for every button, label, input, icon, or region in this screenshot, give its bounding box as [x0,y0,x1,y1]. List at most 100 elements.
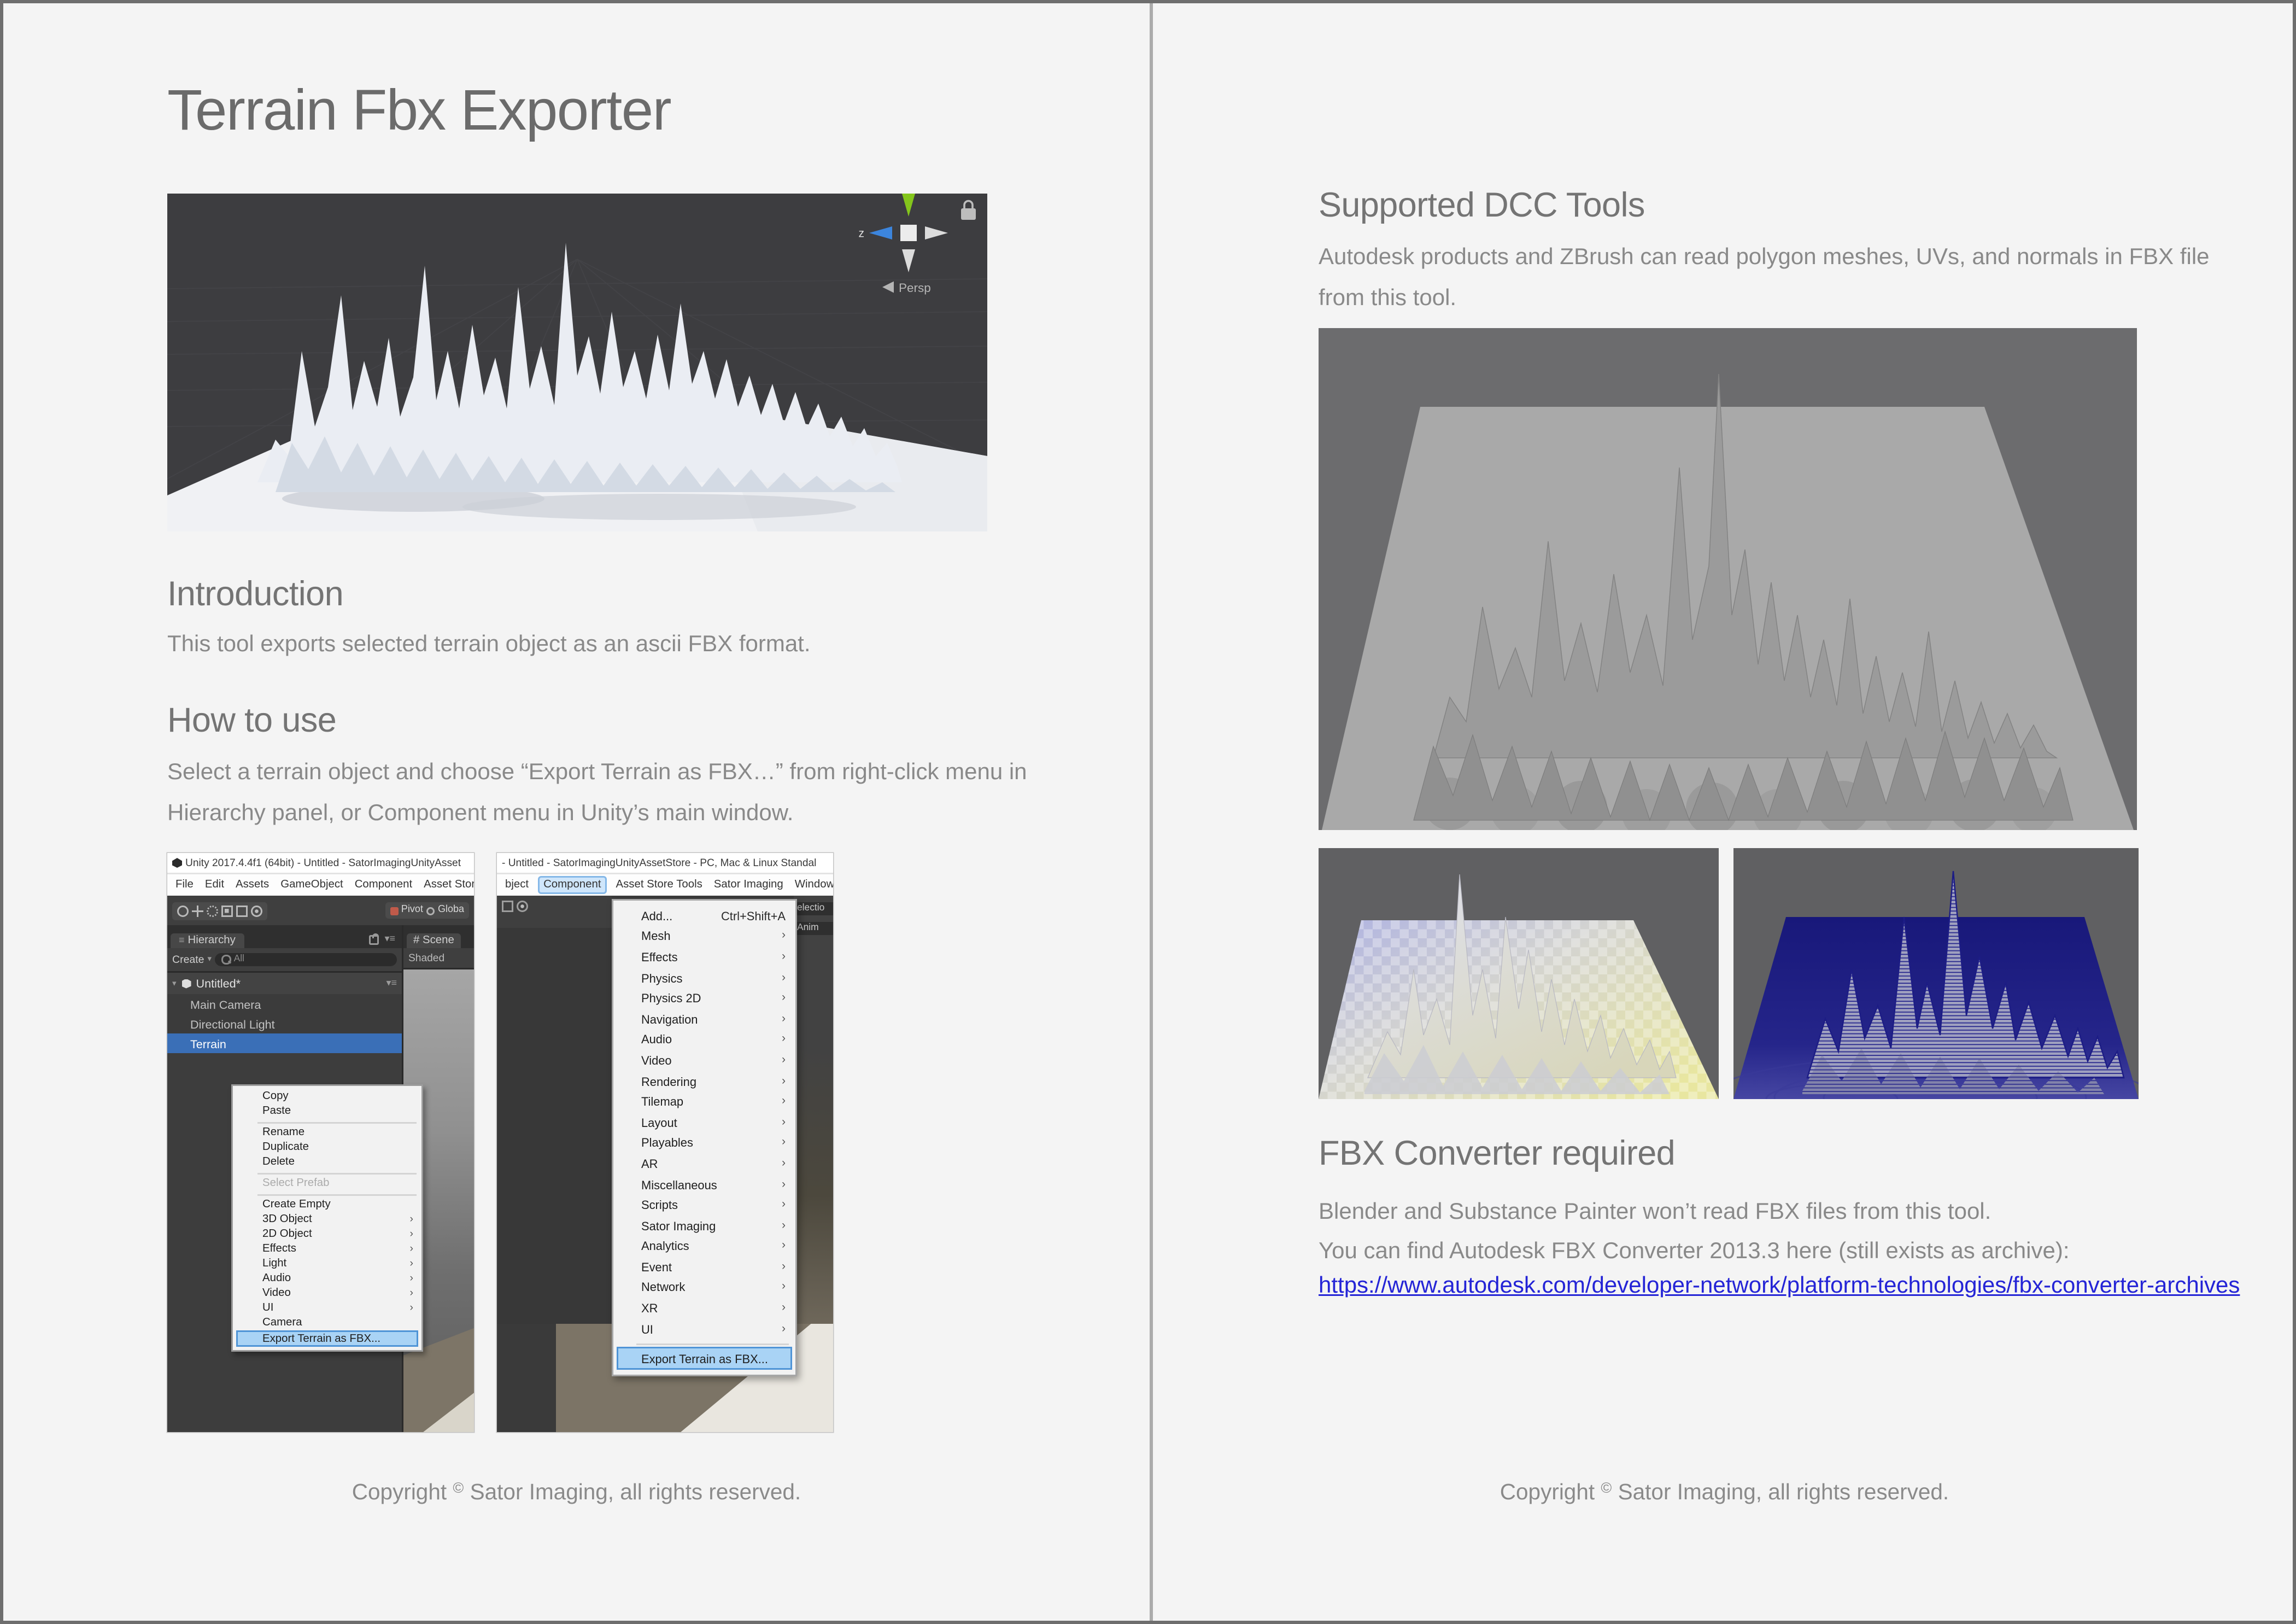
unity-logo-icon [172,858,182,868]
context-menu-item: Select Prefab › [233,1176,421,1191]
chevron-down-icon: ▾ [208,955,212,965]
submenu-arrow-icon: › [782,1199,786,1211]
dark-panel-strip [497,1324,556,1432]
submenu-arrow-icon: › [782,1117,786,1128]
menubar-item: bject [505,879,529,891]
submenu-arrow-icon: › [409,1229,413,1240]
fbx-converter-line2: You can find Autodesk FBX Converter 2013… [1319,1230,2237,1271]
fbx-converter-heading: FBX Converter required [1319,1135,1675,1175]
submenu-arrow-icon: › [409,1258,413,1270]
transform-gizmo-icon [251,905,262,916]
submenu-arrow-icon: › [782,1261,786,1273]
right-click-context-menu: Copy › Paste › › [231,1084,423,1352]
svg-text:Persp: Persp [899,281,931,295]
submenu-arrow-icon: › [782,1241,786,1252]
move-tool-icon [192,905,203,916]
shortcut-label: Ctrl+Shift+A [721,908,786,923]
submenu-arrow-icon: › [782,972,786,984]
editor-right-panel: electio Anim [794,896,833,1324]
page-footer: Copyright © Sator Imaging, all rights re… [3,1480,1150,1504]
menubar-item: Asset Store Tools [616,879,702,891]
hierarchy-tab: ≡Hierarchy [171,933,244,948]
menubar-item: Component [355,879,412,891]
dropdown-menu-item: UI › [613,1319,795,1340]
context-menu-item: UI › [233,1301,421,1316]
panel-menu-icon: ▾≡ [384,935,395,945]
context-menu-item: › [233,1191,421,1197]
dropdown-menu-item: Physics › [613,967,795,988]
menubar-item: GameObject [280,879,343,891]
submenu-arrow-icon: › [782,1282,786,1293]
search-icon [221,955,231,965]
context-menu-item: Create Empty › [233,1197,421,1212]
dropdown-menu-item: Event › [613,1257,795,1277]
shaded-dropdown: Shaded [403,948,474,969]
dropdown-menu-item: Layout › [613,1112,795,1133]
scene-root-row: ▾ Untitled* ▾≡ [167,973,402,994]
submenu-arrow-icon: › [782,1302,786,1314]
menubar-item: Edit [205,879,224,891]
dropdown-menu-item: Mesh › [613,926,795,947]
context-menu-item: Paste › [233,1104,421,1119]
supported-dcc-body: Autodesk products and ZBrush can read po… [1319,236,2237,318]
hierarchy-search-field: All [215,953,397,966]
component-dropdown-menu: Add... Ctrl+Shift+A › Mesh › Effects [612,899,797,1376]
document-spread: Terrain Fbx Exporter [0,0,2296,1624]
submenu-arrow-icon: › [782,1096,786,1107]
unity-scene-render-image: y z Persp [167,194,987,531]
context-menu-item: Video › [233,1286,421,1301]
main-menubar: FileEditAssetsGameObjectComponentAsset S… [167,874,474,896]
context-menu-item: › [233,1170,421,1176]
wireframe-render-image [1733,848,2139,1099]
dropdown-menu-item: Add... Ctrl+Shift+A › [613,906,795,926]
context-menu-item: Copy › [233,1089,421,1104]
page-title: Terrain Fbx Exporter [167,79,671,144]
copyright-symbol: © [453,1480,464,1496]
dropdown-menu-item: › [613,1339,795,1347]
rect-tool-icon [236,905,248,916]
introduction-body: This tool exports selected terrain objec… [167,623,1086,664]
panel-tab-label: Anim [794,922,833,935]
hierarchy-item: Terrain [167,1033,402,1053]
context-menu-item: 2D Object › [233,1227,421,1242]
rect-tool-icon [502,901,513,912]
dropdown-menu-item: XR › [613,1298,795,1319]
scene-tab: # Scene [407,933,461,948]
unity-hierarchy-screenshot: Unity 2017.4.4f1 (64bit) - Untitled - Sa… [167,853,474,1432]
submenu-arrow-icon: › [782,1055,786,1066]
scene-root-label: Untitled* [196,976,241,991]
hierarchy-tree: Main CameraDirectional LightTerrain [167,994,402,1053]
dropdown-menu-item: Analytics › [613,1236,795,1257]
submenu-arrow-icon: › [782,951,786,963]
dropdown-menu-item: Scripts › [613,1195,795,1216]
submenu-arrow-icon: › [782,1076,786,1087]
context-menu-item: 3D Object › [233,1212,421,1227]
panel-menu-icon: ▾≡ [386,979,397,989]
context-menu-item: Camera › [233,1316,421,1330]
context-menu-item: Effects › [233,1242,421,1257]
submenu-arrow-icon: › [782,1137,786,1149]
fbx-converter-line1: Blender and Substance Painter won’t read… [1319,1191,2237,1232]
pivot-label: Pivot [401,906,423,915]
pivot-global-toggle: Pivot Globa [385,902,469,919]
context-menu-item: Light › [233,1257,421,1271]
submenu-arrow-icon: › [782,1179,786,1190]
submenu-arrow-icon: › [409,1273,413,1284]
menubar-item: Assets [236,879,269,891]
dropdown-menu-item: Export Terrain as FBX... › [617,1347,792,1370]
menubar-item: Component [540,878,604,892]
create-row: Create ▾ All [167,948,402,973]
panel-tab-label: electio [794,902,833,915]
context-menu-item: › [233,1119,421,1125]
menubar-item: File [175,879,194,891]
create-button: Create [172,954,204,966]
context-menu-item: Delete › [233,1155,421,1170]
unity-scene-icon [181,979,191,989]
list-icon: ≡ [179,936,185,946]
dropdown-menu-item: Tilemap › [613,1091,795,1112]
uv-checker-render-image [1319,848,1719,1099]
globe-icon [426,907,435,915]
fbx-converter-archive-link[interactable]: https://www.autodesk.com/developer-netwo… [1319,1271,2240,1298]
submenu-arrow-icon: › [782,1034,786,1045]
dropdown-menu-item: Miscellaneous › [613,1174,795,1195]
